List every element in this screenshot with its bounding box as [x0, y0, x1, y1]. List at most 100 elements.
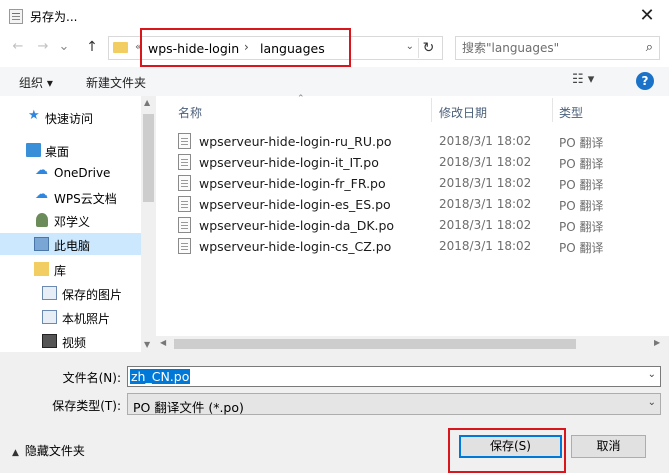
sidebar-item-user[interactable]: 邓学义	[0, 209, 141, 231]
star-icon: ★	[28, 108, 40, 123]
po-file-icon	[178, 196, 191, 212]
cancel-button[interactable]: 取消	[571, 435, 646, 458]
sidebar-item-camera-roll[interactable]: 本机照片	[0, 306, 141, 328]
address-dropdown-icon[interactable]: ⌄	[406, 41, 414, 52]
photos-icon	[42, 310, 57, 324]
pictures-icon	[42, 286, 57, 300]
chevron-down-icon[interactable]: ⌄	[648, 397, 656, 408]
po-file-icon	[178, 175, 191, 191]
scroll-up-icon[interactable]: ▲	[144, 98, 150, 107]
column-divider[interactable]	[552, 98, 553, 122]
sort-ascending-icon: ⌃	[297, 94, 305, 104]
sidebar-item-desktop[interactable]: 桌面	[0, 139, 141, 161]
scroll-left-icon[interactable]: ◀	[160, 338, 166, 347]
search-icon[interactable]: ⌕	[646, 40, 653, 55]
navigation-scrollbar[interactable]: ▲ ▼	[141, 96, 156, 352]
sidebar-item-label: WPS云文档	[54, 192, 117, 206]
user-icon	[36, 213, 48, 227]
file-type: PO 翻译	[559, 136, 604, 150]
table-row[interactable]: wpserveur-hide-login-fr_FR.po 2018/3/1 1…	[178, 173, 658, 194]
filetype-value: PO 翻译文件 (*.po)	[133, 400, 244, 415]
table-row[interactable]: wpserveur-hide-login-ru_RU.po 2018/3/1 1…	[178, 131, 658, 152]
scrollbar-thumb[interactable]	[143, 114, 154, 202]
hide-folders-label: 隐藏文件夹	[24, 444, 85, 458]
address-highlight-box	[140, 28, 351, 67]
cloud-icon: ☁	[35, 163, 48, 178]
file-date: 2018/3/1 18:02	[439, 134, 532, 148]
table-row[interactable]: wpserveur-hide-login-cs_CZ.po 2018/3/1 1…	[178, 236, 658, 257]
file-date: 2018/3/1 18:02	[439, 239, 532, 253]
chevron-down-icon[interactable]: ⌄	[648, 369, 656, 380]
filename-field[interactable]: zh_CN.po ⌄	[127, 366, 661, 387]
recent-locations-icon[interactable]: ⌄	[55, 38, 73, 56]
sidebar-item-library[interactable]: 库	[0, 258, 141, 280]
view-options-icon[interactable]: ☷ ▾	[572, 72, 594, 87]
sidebar-item-label: 本机照片	[62, 312, 111, 326]
file-type: PO 翻译	[559, 157, 604, 171]
scroll-down-icon[interactable]: ▼	[144, 340, 150, 349]
sidebar-item-videos[interactable]: 视频	[0, 330, 141, 352]
file-type: PO 翻译	[559, 178, 604, 192]
wps-document-icon	[9, 9, 23, 24]
sidebar-item-quick-access[interactable]: ★ 快速访问	[0, 106, 141, 128]
file-type: PO 翻译	[559, 241, 604, 255]
file-list-horizontal-scrollbar[interactable]: ◀ ▶	[156, 336, 669, 352]
refresh-icon[interactable]: ↻	[418, 38, 438, 58]
filename-value[interactable]: zh_CN.po	[130, 369, 191, 384]
filetype-select[interactable]: PO 翻译文件 (*.po) ⌄	[127, 393, 661, 415]
library-icon	[34, 262, 49, 276]
sidebar-item-this-pc[interactable]: 此电脑	[0, 233, 141, 255]
scrollbar-thumb[interactable]	[174, 339, 576, 349]
column-header-name[interactable]: 名称	[178, 104, 202, 121]
column-header-date[interactable]: 修改日期	[439, 104, 487, 121]
navigation-pane: ★ 快速访问 桌面 ☁ OneDrive ☁ WPS云文档 邓学义 此电脑 库 …	[0, 96, 141, 352]
table-row[interactable]: wpserveur-hide-login-it_IT.po 2018/3/1 1…	[178, 152, 658, 173]
sidebar-item-onedrive[interactable]: ☁ OneDrive	[0, 162, 141, 184]
po-file-icon	[178, 238, 191, 254]
sidebar-item-label: 此电脑	[54, 239, 91, 253]
sidebar-item-label: 快速访问	[45, 112, 94, 126]
search-box[interactable]: ⌕	[455, 36, 660, 60]
sidebar-item-saved-pictures[interactable]: 保存的图片	[0, 282, 141, 304]
file-date: 2018/3/1 18:02	[439, 176, 532, 190]
help-icon[interactable]: ?	[636, 72, 654, 90]
command-toolbar: 组织 ▾ 新建文件夹 ☷ ▾ ?	[0, 67, 669, 96]
po-file-icon	[178, 154, 191, 170]
close-icon[interactable]: ✕	[635, 4, 659, 28]
new-folder-button[interactable]: 新建文件夹	[86, 74, 146, 91]
hide-folders-toggle[interactable]: ▲ 隐藏文件夹	[12, 442, 85, 459]
desktop-icon	[26, 143, 41, 157]
search-input[interactable]	[456, 37, 636, 59]
sidebar-item-wps-cloud[interactable]: ☁ WPS云文档	[0, 186, 141, 208]
file-name: wpserveur-hide-login-ru_RU.po	[199, 134, 392, 149]
file-name: wpserveur-hide-login-it_IT.po	[199, 155, 379, 170]
column-header-type[interactable]: 类型	[559, 104, 583, 121]
save-highlight-box	[448, 428, 566, 473]
table-row[interactable]: wpserveur-hide-login-es_ES.po 2018/3/1 1…	[178, 194, 658, 215]
back-arrow-icon[interactable]: ←	[9, 38, 27, 56]
filename-label: 文件名(N):	[62, 371, 121, 385]
po-file-icon	[178, 133, 191, 149]
organize-button[interactable]: 组织 ▾	[19, 74, 53, 91]
sidebar-item-label: 邓学义	[54, 215, 91, 229]
file-type: PO 翻译	[559, 199, 604, 213]
po-file-icon	[178, 217, 191, 233]
wps-cloud-icon: ☁	[35, 187, 48, 202]
column-divider[interactable]	[431, 98, 432, 122]
up-arrow-icon[interactable]: ↑	[83, 38, 101, 56]
forward-arrow-icon[interactable]: →	[34, 38, 52, 56]
file-type: PO 翻译	[559, 220, 604, 234]
file-name: wpserveur-hide-login-fr_FR.po	[199, 176, 386, 191]
file-date: 2018/3/1 18:02	[439, 197, 532, 211]
sidebar-item-label: 库	[54, 264, 67, 278]
file-date: 2018/3/1 18:02	[439, 218, 532, 232]
file-date: 2018/3/1 18:02	[439, 155, 532, 169]
computer-icon	[34, 237, 49, 251]
file-name: wpserveur-hide-login-da_DK.po	[199, 218, 395, 233]
sidebar-item-label: 桌面	[45, 145, 70, 159]
table-row[interactable]: wpserveur-hide-login-da_DK.po 2018/3/1 1…	[178, 215, 658, 236]
scroll-right-icon[interactable]: ▶	[654, 338, 660, 347]
folder-icon	[113, 42, 128, 53]
file-name: wpserveur-hide-login-cs_CZ.po	[199, 239, 392, 254]
file-list: ⌃ 名称 修改日期 类型 wpserveur-hide-login-ru_RU.…	[156, 94, 669, 352]
